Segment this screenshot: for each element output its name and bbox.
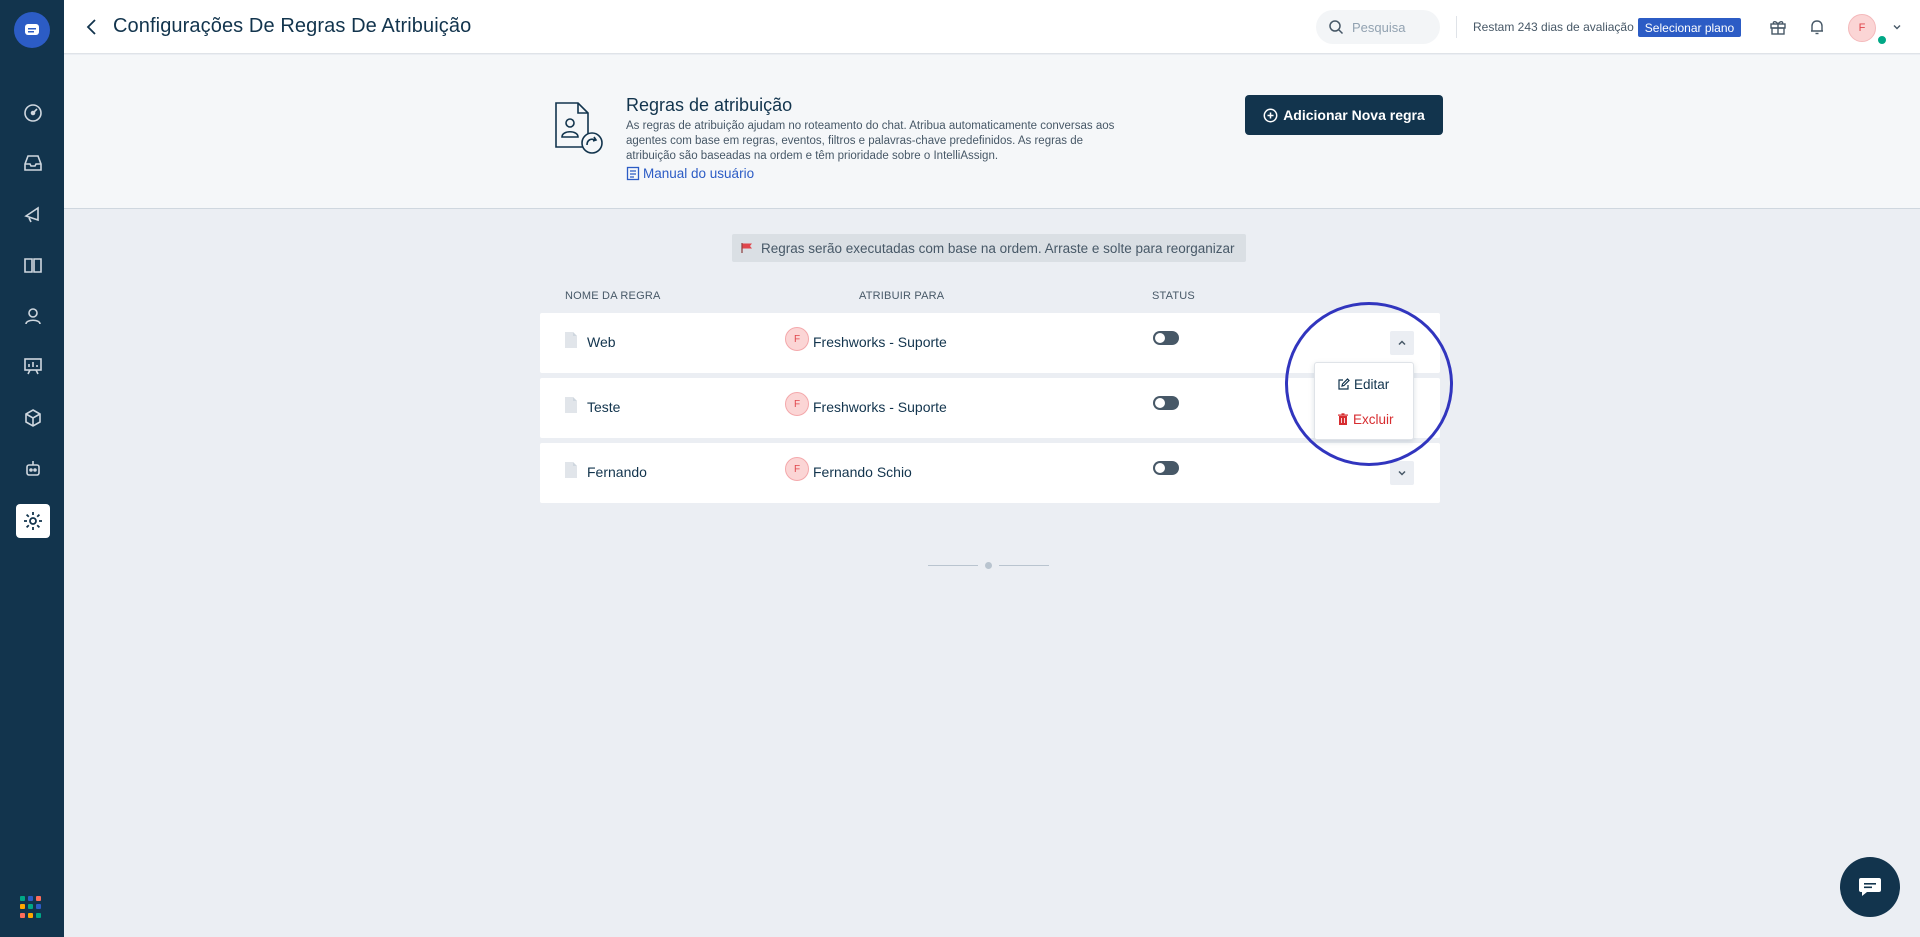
assignee-avatar: F — [785, 327, 809, 351]
rule-name: Teste — [587, 399, 621, 415]
status-toggle[interactable] — [1153, 396, 1179, 410]
plus-circle-icon — [1263, 108, 1278, 122]
flag-icon — [741, 243, 752, 253]
table-row[interactable]: Fernando F Fernando Schio — [540, 443, 1440, 503]
search-box[interactable] — [1316, 10, 1440, 44]
integrations-icon[interactable] — [16, 401, 50, 435]
assignee-avatar: F — [785, 392, 809, 416]
section-title: Regras de atribuição — [626, 95, 793, 115]
highlight-circle-annotation — [1285, 302, 1453, 466]
divider — [1456, 16, 1457, 38]
page-title: Configurações De Regras De Atribuição — [113, 15, 472, 37]
assignee-avatar: F — [785, 457, 809, 481]
column-header-status: STATUS — [1152, 290, 1195, 302]
reorder-info-text: Regras serão executadas com base na orde… — [761, 240, 1235, 256]
rule-name: Web — [587, 334, 616, 350]
document-icon — [565, 332, 577, 348]
bots-icon[interactable] — [16, 452, 50, 486]
status-toggle[interactable] — [1153, 461, 1179, 475]
bell-icon[interactable] — [1805, 14, 1829, 40]
row-menu-toggle[interactable] — [1390, 461, 1414, 485]
rule-name: Fernando — [587, 464, 647, 480]
campaigns-icon[interactable] — [16, 197, 50, 231]
chat-icon — [1859, 878, 1881, 896]
app-logo-icon[interactable] — [14, 12, 50, 48]
knowledge-base-icon[interactable] — [16, 248, 50, 282]
dashboard-icon[interactable] — [16, 96, 50, 130]
chevron-down-icon — [1398, 470, 1406, 476]
search-input[interactable] — [1352, 19, 1432, 35]
select-plan-button[interactable]: Selecionar plano — [1638, 18, 1741, 37]
chat-widget-button[interactable] — [1840, 857, 1900, 917]
contacts-icon[interactable] — [16, 299, 50, 333]
column-header-assign-to: ATRIBUIR PARA — [859, 290, 945, 302]
book-icon — [626, 166, 640, 181]
online-status-dot — [1876, 34, 1888, 46]
sidebar — [0, 0, 64, 937]
trial-days-text: Restam 243 dias de avaliação — [1473, 20, 1634, 34]
inbox-icon[interactable] — [16, 146, 50, 180]
document-icon — [565, 462, 577, 478]
search-icon — [1329, 20, 1344, 35]
column-header-rule-name: NOME DA REGRA — [565, 290, 661, 302]
add-new-rule-button[interactable]: Adicionar Nova regra — [1245, 95, 1443, 135]
apps-grid-icon[interactable] — [20, 896, 42, 918]
top-bar: Configurações De Regras De Atribuição Re… — [64, 0, 1920, 54]
user-manual-link[interactable]: Manual do usuário — [626, 166, 754, 181]
add-new-rule-label: Adicionar Nova regra — [1283, 107, 1425, 123]
status-toggle[interactable] — [1153, 331, 1179, 345]
page-header: Regras de atribuição As regras de atribu… — [64, 55, 1920, 209]
section-description: As regras de atribuição ajudam no roteam… — [626, 120, 1115, 162]
reports-icon[interactable] — [16, 349, 50, 383]
gift-icon[interactable] — [1766, 14, 1790, 40]
chevron-down-icon[interactable] — [1892, 22, 1902, 32]
settings-icon[interactable] — [16, 504, 50, 538]
pagination-indicator — [928, 560, 1050, 570]
user-manual-label: Manual do usuário — [643, 166, 755, 181]
assignee-name: Freshworks - Suporte — [813, 399, 947, 415]
assignment-rules-icon — [555, 102, 603, 154]
user-avatar[interactable]: F — [1848, 14, 1876, 42]
assignee-name: Freshworks - Suporte — [813, 334, 947, 350]
document-icon — [565, 397, 577, 413]
back-arrow-icon[interactable] — [80, 14, 104, 40]
reorder-info-banner: Regras serão executadas com base na orde… — [732, 234, 1246, 262]
assignee-name: Fernando Schio — [813, 464, 912, 480]
